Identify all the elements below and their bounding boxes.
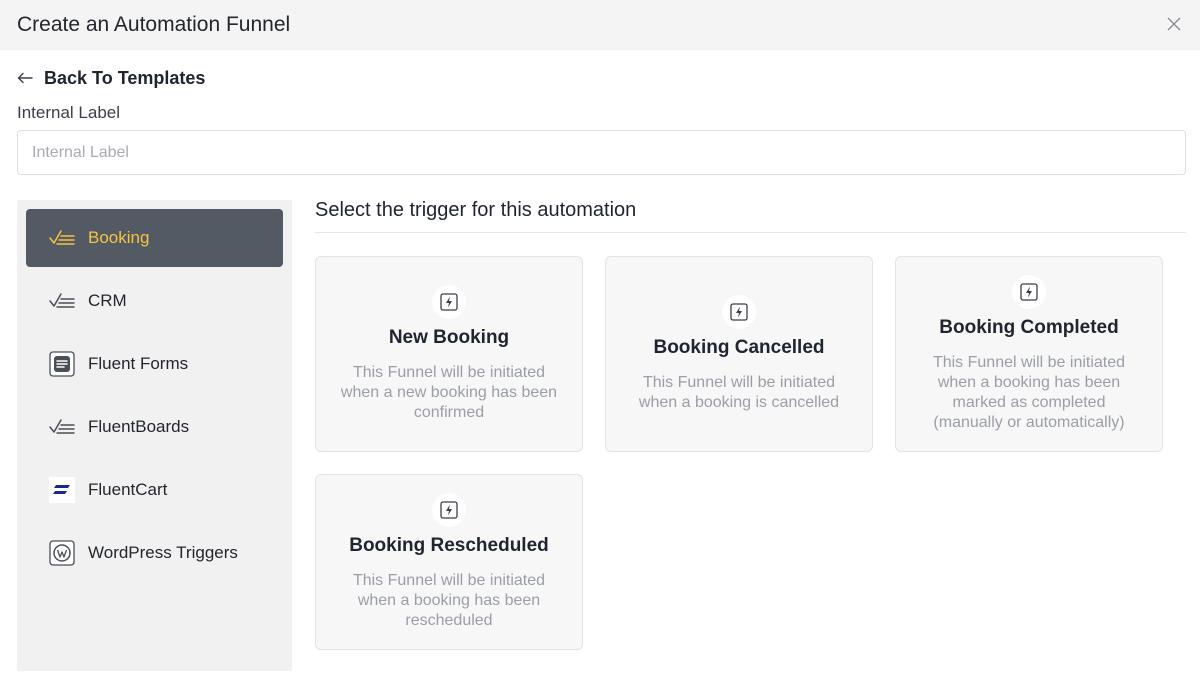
sidebar-item-label: FluentCart bbox=[88, 480, 168, 499]
lightning-icon bbox=[1012, 275, 1046, 309]
modal-header: Create an Automation Funnel bbox=[0, 0, 1200, 50]
lightning-icon bbox=[432, 285, 466, 319]
trigger-section-heading: Select the trigger for this automation bbox=[315, 199, 637, 221]
lightning-icon bbox=[432, 493, 466, 527]
sidebar-item-label: Fluent Forms bbox=[88, 354, 189, 373]
sidebar-item-crm[interactable]: CRM bbox=[26, 272, 283, 330]
trigger-card-new-booking[interactable]: New Booking This Funnel will be initiate… bbox=[315, 256, 583, 452]
fluent-forms-icon bbox=[48, 350, 76, 378]
checklist-icon bbox=[48, 224, 76, 252]
trigger-description: This Funnel will be initiated when a boo… bbox=[932, 354, 1126, 431]
close-button[interactable] bbox=[1164, 14, 1184, 34]
internal-label-input[interactable] bbox=[17, 130, 1186, 175]
trigger-description: This Funnel will be initiated when a new… bbox=[340, 364, 558, 421]
sidebar-item-label: Booking bbox=[88, 228, 150, 247]
wordpress-icon bbox=[48, 539, 76, 567]
sidebar-item-booking[interactable]: Booking bbox=[26, 209, 283, 267]
trigger-card-booking-completed[interactable]: Booking Completed This Funnel will be in… bbox=[895, 256, 1163, 452]
sidebar-item-label: FluentBoards bbox=[88, 417, 190, 436]
trigger-title: New Booking bbox=[388, 327, 510, 348]
modal-title: Create an Automation Funnel bbox=[17, 13, 291, 36]
back-to-templates-link[interactable]: Back To Templates bbox=[17, 66, 205, 90]
trigger-card-booking-rescheduled[interactable]: Booking Rescheduled This Funnel will be … bbox=[315, 474, 583, 650]
sidebar-item-fluentboards[interactable]: FluentBoards bbox=[26, 398, 283, 456]
sidebar-item-label: WordPress Triggers bbox=[88, 543, 238, 562]
trigger-title: Booking Completed bbox=[939, 317, 1119, 338]
back-link-label: Back To Templates bbox=[44, 67, 206, 88]
sidebar-item-wordpress-triggers[interactable]: WordPress Triggers bbox=[26, 524, 283, 582]
trigger-title: Booking Rescheduled bbox=[349, 535, 549, 556]
trigger-description: This Funnel will be initiated when a boo… bbox=[352, 572, 546, 629]
trigger-card-booking-cancelled[interactable]: Booking Cancelled This Funnel will be in… bbox=[605, 256, 873, 452]
trigger-category-sidebar: Booking CRM Fluent Forms FluentBoards Fl… bbox=[17, 200, 292, 671]
sidebar-item-label: CRM bbox=[88, 291, 127, 310]
trigger-description: This Funnel will be initiated when a boo… bbox=[638, 374, 840, 411]
sidebar-item-fluentcart[interactable]: FluentCart bbox=[26, 461, 283, 519]
trigger-title: Booking Cancelled bbox=[653, 337, 825, 358]
arrow-left-icon bbox=[17, 72, 33, 84]
sidebar-item-fluent-forms[interactable]: Fluent Forms bbox=[26, 335, 283, 393]
lightning-icon bbox=[722, 295, 756, 329]
close-icon bbox=[1167, 17, 1181, 31]
checklist-icon bbox=[48, 287, 76, 315]
fluentcart-icon bbox=[48, 476, 76, 504]
internal-label-heading: Internal Label bbox=[17, 103, 121, 122]
checklist-icon bbox=[48, 413, 76, 441]
divider bbox=[315, 232, 1186, 233]
